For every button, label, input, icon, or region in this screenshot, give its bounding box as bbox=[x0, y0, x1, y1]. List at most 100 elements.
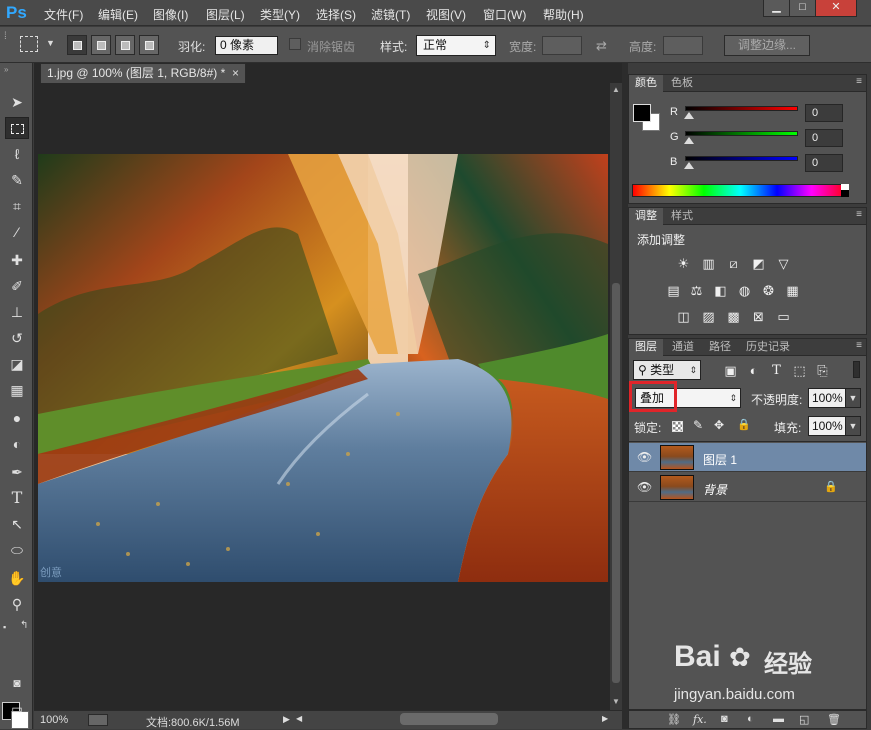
default-colors-icon[interactable]: ▪ bbox=[3, 622, 6, 632]
eyedropper-tool-icon[interactable]: ⁄ bbox=[5, 221, 29, 243]
color-spectrum-bar[interactable] bbox=[632, 184, 849, 197]
panel-menu-icon[interactable]: ≡ bbox=[856, 76, 862, 87]
menu-view[interactable]: 视图(V) bbox=[426, 6, 466, 23]
refine-edge-button[interactable]: 调整边缘... bbox=[724, 35, 810, 56]
gradient-map-icon[interactable]: ▭ bbox=[775, 309, 792, 324]
document-tab[interactable]: 1.jpg @ 100% (图层 1, RGB/8#) * × bbox=[40, 63, 246, 83]
red-slider-knob[interactable] bbox=[684, 112, 694, 119]
subtract-selection-button[interactable] bbox=[115, 35, 135, 55]
filter-smart-object-icon[interactable]: ⎘ bbox=[814, 363, 831, 378]
new-adjustment-icon[interactable]: ◐ bbox=[747, 713, 754, 725]
image-canvas[interactable]: 创意 bbox=[38, 154, 608, 582]
photo-filter-icon[interactable]: ◍ bbox=[736, 283, 753, 298]
clone-stamp-tool-icon[interactable]: ⊥ bbox=[5, 301, 29, 323]
filter-adjustment-icon[interactable]: ◐ bbox=[745, 363, 762, 378]
filter-pixel-icon[interactable]: ▣ bbox=[722, 363, 739, 378]
levels-icon[interactable]: ▥ bbox=[700, 256, 717, 271]
intersect-selection-button[interactable] bbox=[139, 35, 159, 55]
layer-row[interactable]: 👁 背景 🔒 bbox=[629, 473, 866, 502]
posterize-icon[interactable]: ▨ bbox=[700, 309, 717, 324]
brightness-contrast-icon[interactable]: ☀ bbox=[675, 256, 692, 271]
color-lookup-icon[interactable]: ▦ bbox=[784, 283, 801, 298]
fill-dropdown-icon[interactable]: ▼ bbox=[845, 416, 861, 436]
filter-shape-icon[interactable]: ⬚ bbox=[791, 363, 808, 378]
dodge-tool-icon[interactable]: ◐ bbox=[5, 433, 29, 455]
scroll-up-icon[interactable]: ▲ bbox=[612, 85, 620, 94]
tab-adjustments[interactable]: 调整 bbox=[629, 208, 663, 225]
layer-filter-select[interactable]: ⚲ 类型 ⇕ bbox=[633, 360, 701, 380]
fill-input[interactable]: 100% bbox=[808, 416, 846, 436]
threshold-icon[interactable]: ▩ bbox=[725, 309, 742, 324]
red-slider-track[interactable] bbox=[685, 106, 798, 111]
feather-input[interactable]: 0 像素 bbox=[215, 36, 278, 55]
add-mask-icon[interactable]: ◙ bbox=[721, 713, 728, 725]
type-tool-icon[interactable]: T bbox=[5, 487, 29, 509]
move-tool-icon[interactable]: ➤ bbox=[5, 91, 29, 113]
lock-position-icon[interactable]: ✥ bbox=[714, 418, 724, 432]
add-selection-button[interactable] bbox=[91, 35, 111, 55]
trash-icon[interactable]: 🗑 bbox=[827, 713, 841, 726]
tab-styles[interactable]: 样式 bbox=[665, 208, 699, 225]
tab-color[interactable]: 颜色 bbox=[629, 75, 663, 92]
red-value-input[interactable]: 0 bbox=[805, 104, 843, 122]
blur-tool-icon[interactable]: ● bbox=[5, 407, 29, 429]
chevron-down-icon[interactable]: ▼ bbox=[46, 38, 55, 48]
lasso-tool-icon[interactable]: ℓ bbox=[5, 143, 29, 165]
pen-tool-icon[interactable]: ✒ bbox=[5, 461, 29, 483]
zoom-level[interactable]: 100% bbox=[40, 714, 68, 726]
panel-menu-icon[interactable]: ≡ bbox=[856, 209, 862, 220]
panel-menu-icon[interactable]: ≡ bbox=[856, 340, 862, 351]
green-slider-knob[interactable] bbox=[684, 137, 694, 144]
quick-mask-icon[interactable]: ◙ bbox=[5, 672, 29, 694]
menu-window[interactable]: 窗口(W) bbox=[483, 6, 526, 23]
eraser-tool-icon[interactable]: ◪ bbox=[5, 353, 29, 375]
brush-tool-icon[interactable]: ✐ bbox=[5, 275, 29, 297]
channel-mixer-icon[interactable]: ❂ bbox=[760, 283, 777, 298]
lock-transparent-icon[interactable] bbox=[672, 421, 683, 432]
black-white-icon[interactable]: ◧ bbox=[712, 283, 729, 298]
horizontal-scroll-thumb[interactable] bbox=[400, 713, 498, 725]
new-selection-button[interactable] bbox=[67, 35, 87, 55]
filter-toggle[interactable] bbox=[853, 361, 860, 378]
maximize-button[interactable]: □ bbox=[789, 0, 816, 17]
swap-colors-icon[interactable]: ↰ bbox=[20, 620, 28, 631]
minimize-button[interactable]: ▁ bbox=[763, 0, 790, 17]
close-button[interactable]: ✕ bbox=[815, 0, 857, 17]
status-preview-icon[interactable] bbox=[88, 714, 108, 726]
scroll-left-icon[interactable]: ◀ bbox=[296, 714, 302, 723]
spectrum-black-chip[interactable] bbox=[841, 190, 849, 197]
fx-icon[interactable]: fx. bbox=[693, 713, 707, 726]
marquee-preset-icon[interactable] bbox=[20, 36, 38, 52]
color-foreground-swatch[interactable] bbox=[633, 104, 651, 122]
blue-slider-knob[interactable] bbox=[684, 162, 694, 169]
color-balance-icon[interactable]: ⚖ bbox=[688, 283, 705, 298]
invert-icon[interactable]: ◫ bbox=[675, 309, 692, 324]
close-tab-icon[interactable]: × bbox=[232, 64, 239, 83]
rect-marquee-tool-icon[interactable] bbox=[5, 117, 29, 139]
gradient-tool-icon[interactable]: ▦ bbox=[5, 379, 29, 401]
tab-paths[interactable]: 路径 bbox=[703, 339, 737, 356]
width-input[interactable] bbox=[542, 36, 582, 55]
tab-swatches[interactable]: 色板 bbox=[665, 75, 699, 92]
antialias-checkbox[interactable] bbox=[289, 38, 301, 50]
scroll-down-icon[interactable]: ▼ bbox=[612, 697, 620, 706]
tab-layers[interactable]: 图层 bbox=[629, 339, 663, 356]
scroll-right-icon[interactable]: ▶ bbox=[602, 714, 608, 723]
menu-select[interactable]: 选择(S) bbox=[316, 6, 356, 23]
green-value-input[interactable]: 0 bbox=[805, 129, 843, 147]
tab-history[interactable]: 历史记录 bbox=[740, 339, 796, 356]
exposure-icon[interactable]: ◩ bbox=[750, 256, 767, 271]
filter-type-icon[interactable]: T bbox=[768, 363, 785, 378]
tab-channels[interactable]: 通道 bbox=[666, 339, 700, 356]
new-layer-icon[interactable]: ◱ bbox=[799, 713, 809, 726]
hue-saturation-icon[interactable]: ▤ bbox=[665, 283, 682, 298]
history-brush-tool-icon[interactable]: ↺ bbox=[5, 327, 29, 349]
vertical-scroll-thumb[interactable] bbox=[612, 283, 620, 683]
swap-arrows-icon[interactable]: ⇄ bbox=[596, 38, 607, 54]
menu-filter[interactable]: 滤镜(T) bbox=[371, 6, 410, 23]
healing-brush-tool-icon[interactable]: ✚ bbox=[5, 249, 29, 271]
height-input[interactable] bbox=[663, 36, 703, 55]
screen-mode-icon[interactable]: ▭ bbox=[5, 698, 29, 720]
eye-icon[interactable]: 👁 bbox=[637, 450, 652, 464]
menu-layer[interactable]: 图层(L) bbox=[206, 6, 245, 23]
